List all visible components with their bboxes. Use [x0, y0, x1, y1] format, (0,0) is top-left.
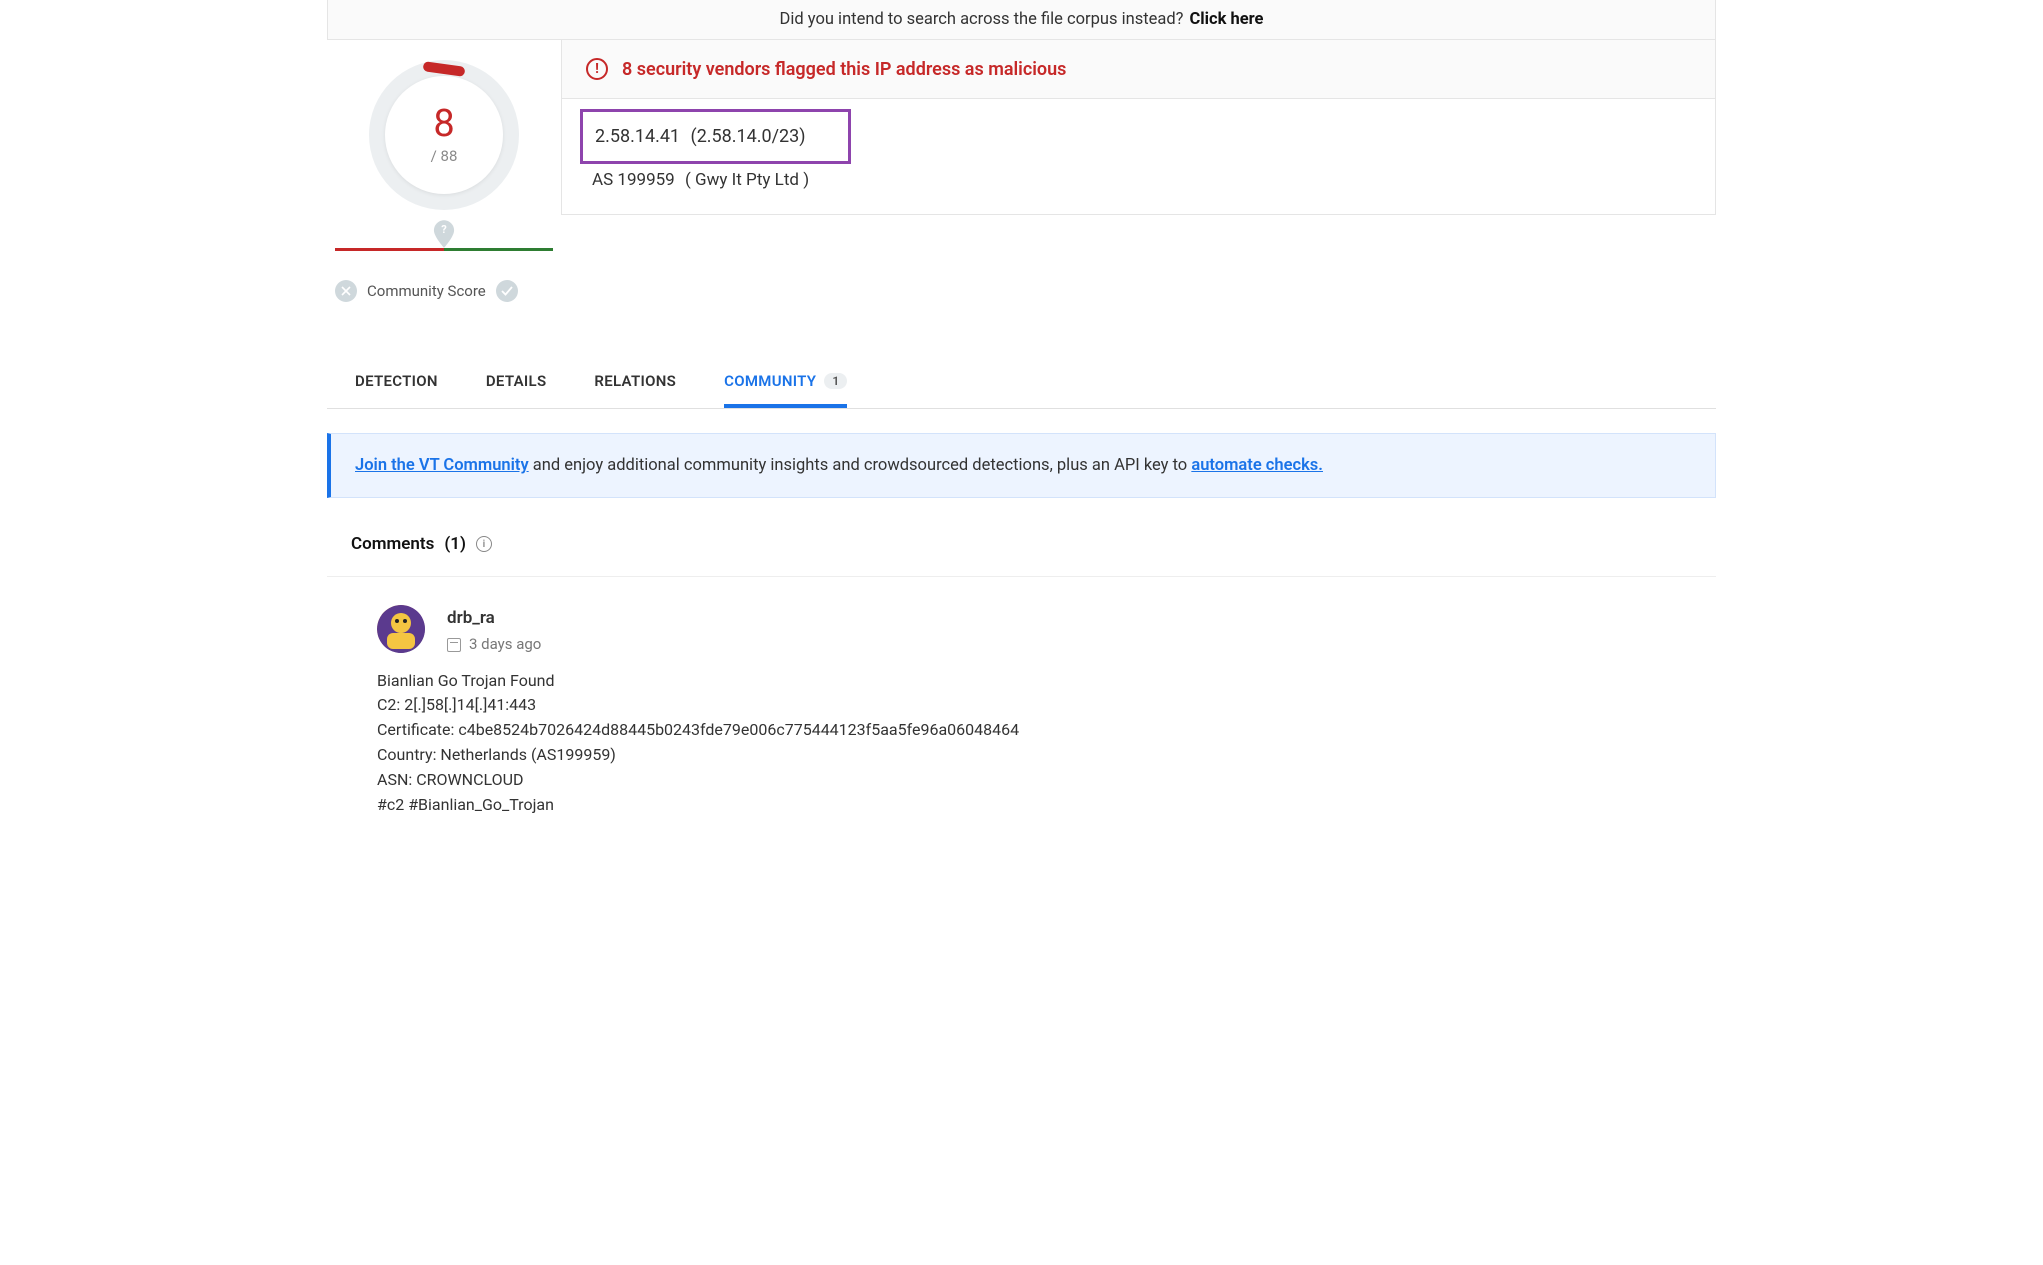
comments-header-label: Comments — [351, 534, 434, 554]
ip-address-box: 2.58.14.41 (2.58.14.0/23) — [580, 109, 851, 164]
ip-address-value: 2.58.14.41 — [595, 126, 680, 147]
comment-item: drb_ra 3 days ago Bianlian Go Trojan Fou… — [327, 577, 1716, 817]
file-corpus-prompt: Did you intend to search across the file… — [327, 0, 1716, 40]
ip-info-panel: 2.58.14.41 (2.58.14.0/23) AS 199959 ( Gw… — [561, 99, 1716, 215]
avatar[interactable] — [377, 605, 425, 653]
comments-header: Comments (1) i — [327, 512, 1716, 577]
community-vote-up-icon[interactable] — [496, 280, 518, 302]
comment-timestamp: 3 days ago — [469, 633, 541, 656]
community-score-bar: ? — [335, 244, 553, 262]
community-score-label: Community Score — [367, 282, 486, 300]
tab-relations[interactable]: RELATIONS — [594, 358, 676, 408]
click-here-link[interactable]: Click here — [1189, 10, 1263, 29]
warning-icon: ! — [586, 58, 608, 80]
calendar-icon — [447, 638, 461, 652]
malicious-flag-banner: ! 8 security vendors flagged this IP add… — [561, 40, 1716, 99]
detection-score-arc — [423, 61, 466, 77]
detection-score-gauge: 8 / 88 — [369, 60, 519, 210]
as-name-value: ( Gwy It Pty Ltd ) — [685, 170, 809, 190]
malicious-flag-text: 8 security vendors flagged this IP addre… — [622, 59, 1066, 80]
file-corpus-prompt-text: Did you intend to search across the file… — [780, 10, 1184, 29]
detection-score-value: 8 — [433, 105, 454, 143]
community-score-pin: ? — [433, 220, 455, 248]
join-community-link[interactable]: Join the VT Community — [355, 456, 529, 475]
community-vote-down-icon[interactable] — [335, 280, 357, 302]
comment-author[interactable]: drb_ra — [447, 605, 1692, 631]
asn-value: AS 199959 — [592, 170, 675, 190]
tab-details[interactable]: DETAILS — [486, 358, 547, 408]
community-badge: 1 — [824, 373, 847, 389]
join-community-banner: Join the VT Community and enjoy addition… — [327, 433, 1716, 498]
comments-count: (1) — [444, 534, 466, 554]
automate-checks-link[interactable]: automate checks. — [1191, 456, 1323, 475]
detection-score-total: / 88 — [431, 147, 458, 165]
tab-detection[interactable]: DETECTION — [355, 358, 438, 408]
info-icon[interactable]: i — [476, 536, 492, 552]
join-community-text: and enjoy additional community insights … — [529, 456, 1192, 475]
tab-community[interactable]: COMMUNITY 1 — [724, 358, 847, 408]
tab-bar: DETECTION DETAILS RELATIONS COMMUNITY 1 — [327, 358, 1716, 409]
ip-range-value: (2.58.14.0/23) — [691, 126, 806, 147]
comment-body-text: Bianlian Go Trojan Found C2: 2[.]58[.]14… — [377, 669, 1692, 818]
